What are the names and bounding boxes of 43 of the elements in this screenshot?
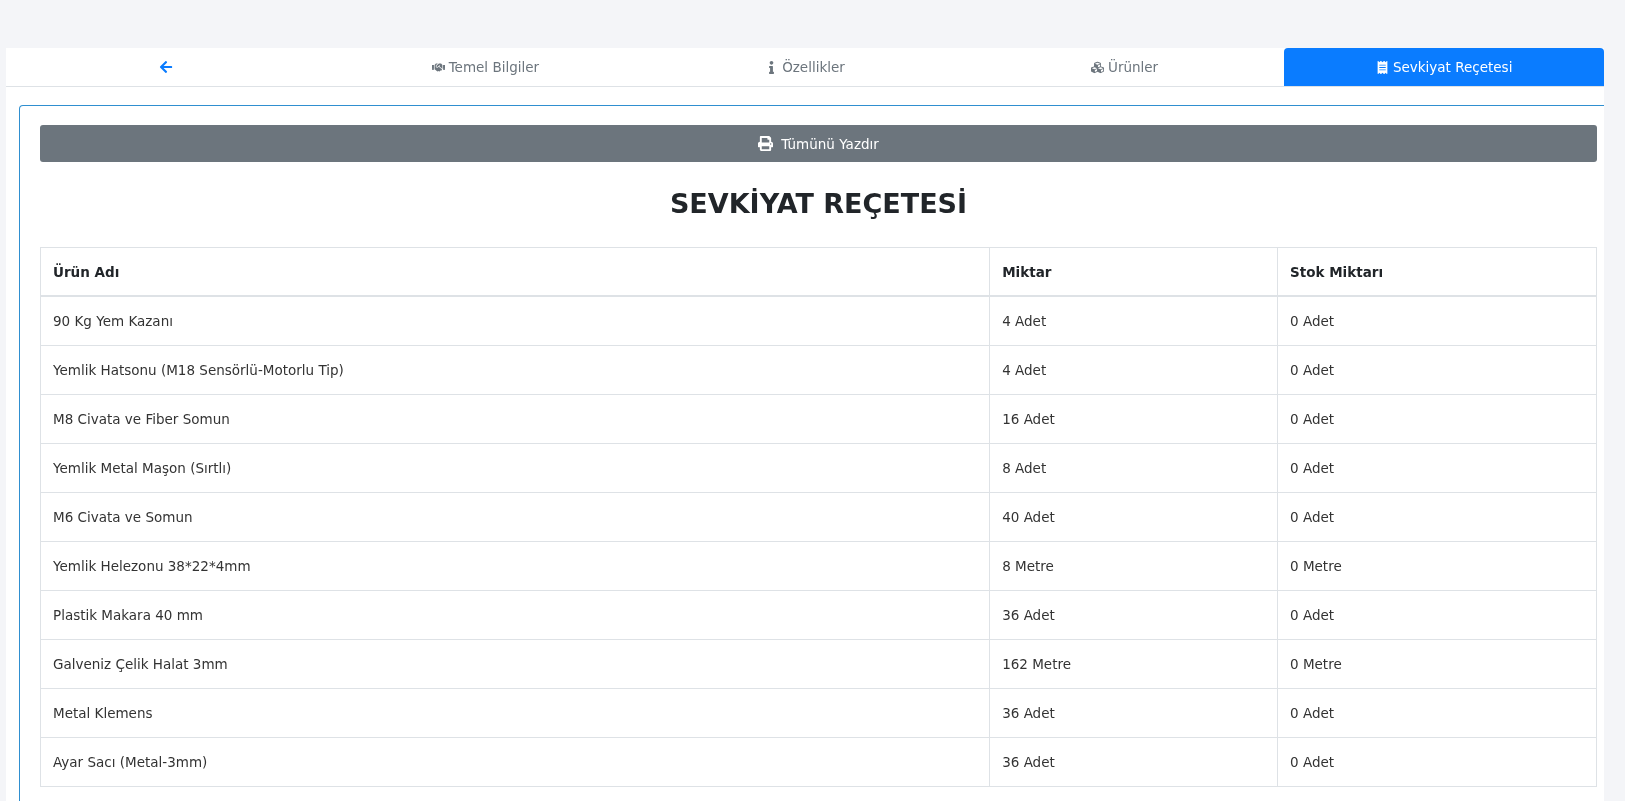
table-cell: M6 Civata ve Somun [40, 492, 990, 542]
table-cell: Yemlik Metal Maşon (Sırtlı) [40, 443, 990, 493]
table-cell: 162 Metre [989, 639, 1278, 689]
table-cell: 0 Adet [1277, 737, 1597, 787]
boxes-icon [1091, 60, 1104, 74]
table-cell: 0 Adet [1277, 443, 1597, 493]
table-cell: 0 Metre [1277, 541, 1597, 591]
table-cell: 0 Metre [1277, 639, 1597, 689]
tab[interactable]: Ürünler [964, 48, 1285, 86]
table-cell: 36 Adet [989, 590, 1278, 640]
tab[interactable]: Özellikler [645, 48, 965, 86]
column-header: Ürün Adı [40, 247, 990, 296]
column-header: Miktar [989, 247, 1278, 296]
table-cell: 8 Adet [989, 443, 1278, 493]
table-cell: 0 Adet [1277, 688, 1597, 738]
table-cell: 4 Adet [989, 296, 1278, 346]
table-cell: 16 Adet [989, 394, 1278, 444]
table-cell: 0 Adet [1277, 296, 1597, 346]
column-header: Stok Miktarı [1277, 247, 1597, 296]
table-cell: M8 Civata ve Fiber Somun [40, 394, 990, 444]
page-title: SEVKİYAT REÇETESİ [668, 188, 969, 219]
table-cell: 0 Adet [1277, 394, 1597, 444]
receipt-icon [1375, 60, 1389, 74]
table-cell: 40 Adet [989, 492, 1278, 542]
table-cell: 8 Metre [989, 541, 1278, 591]
table-cell: 36 Adet [989, 737, 1278, 787]
table-cell: 36 Adet [989, 688, 1278, 738]
table-cell: Ayar Sacı (Metal-3mm) [40, 737, 990, 787]
table-cell: Galveniz Çelik Halat 3mm [40, 639, 990, 689]
back-arrow-icon [158, 60, 173, 74]
print-all-button[interactable]: Tümünü Yazdır [40, 125, 1597, 162]
table-cell: 0 Adet [1277, 345, 1597, 395]
table-cell: Plastik Makara 40 mm [40, 590, 990, 640]
table-cell: 0 Adet [1277, 590, 1597, 640]
table-cell: Yemlik Hatsonu (M18 Sensörlü-Motorlu Tip) [40, 345, 990, 395]
tab[interactable]: Sevkiyat Reçetesi [1284, 48, 1604, 86]
tab[interactable]: Temel Bilgiler [325, 48, 646, 86]
table-cell: 4 Adet [989, 345, 1278, 395]
printer-icon [758, 136, 774, 151]
table-cell: 90 Kg Yem Kazanı [40, 296, 990, 346]
table-cell: 0 Adet [1277, 492, 1597, 542]
table-cell: Yemlik Helezonu 38*22*4mm [40, 541, 990, 591]
table-cell: Metal Klemens [40, 688, 990, 738]
